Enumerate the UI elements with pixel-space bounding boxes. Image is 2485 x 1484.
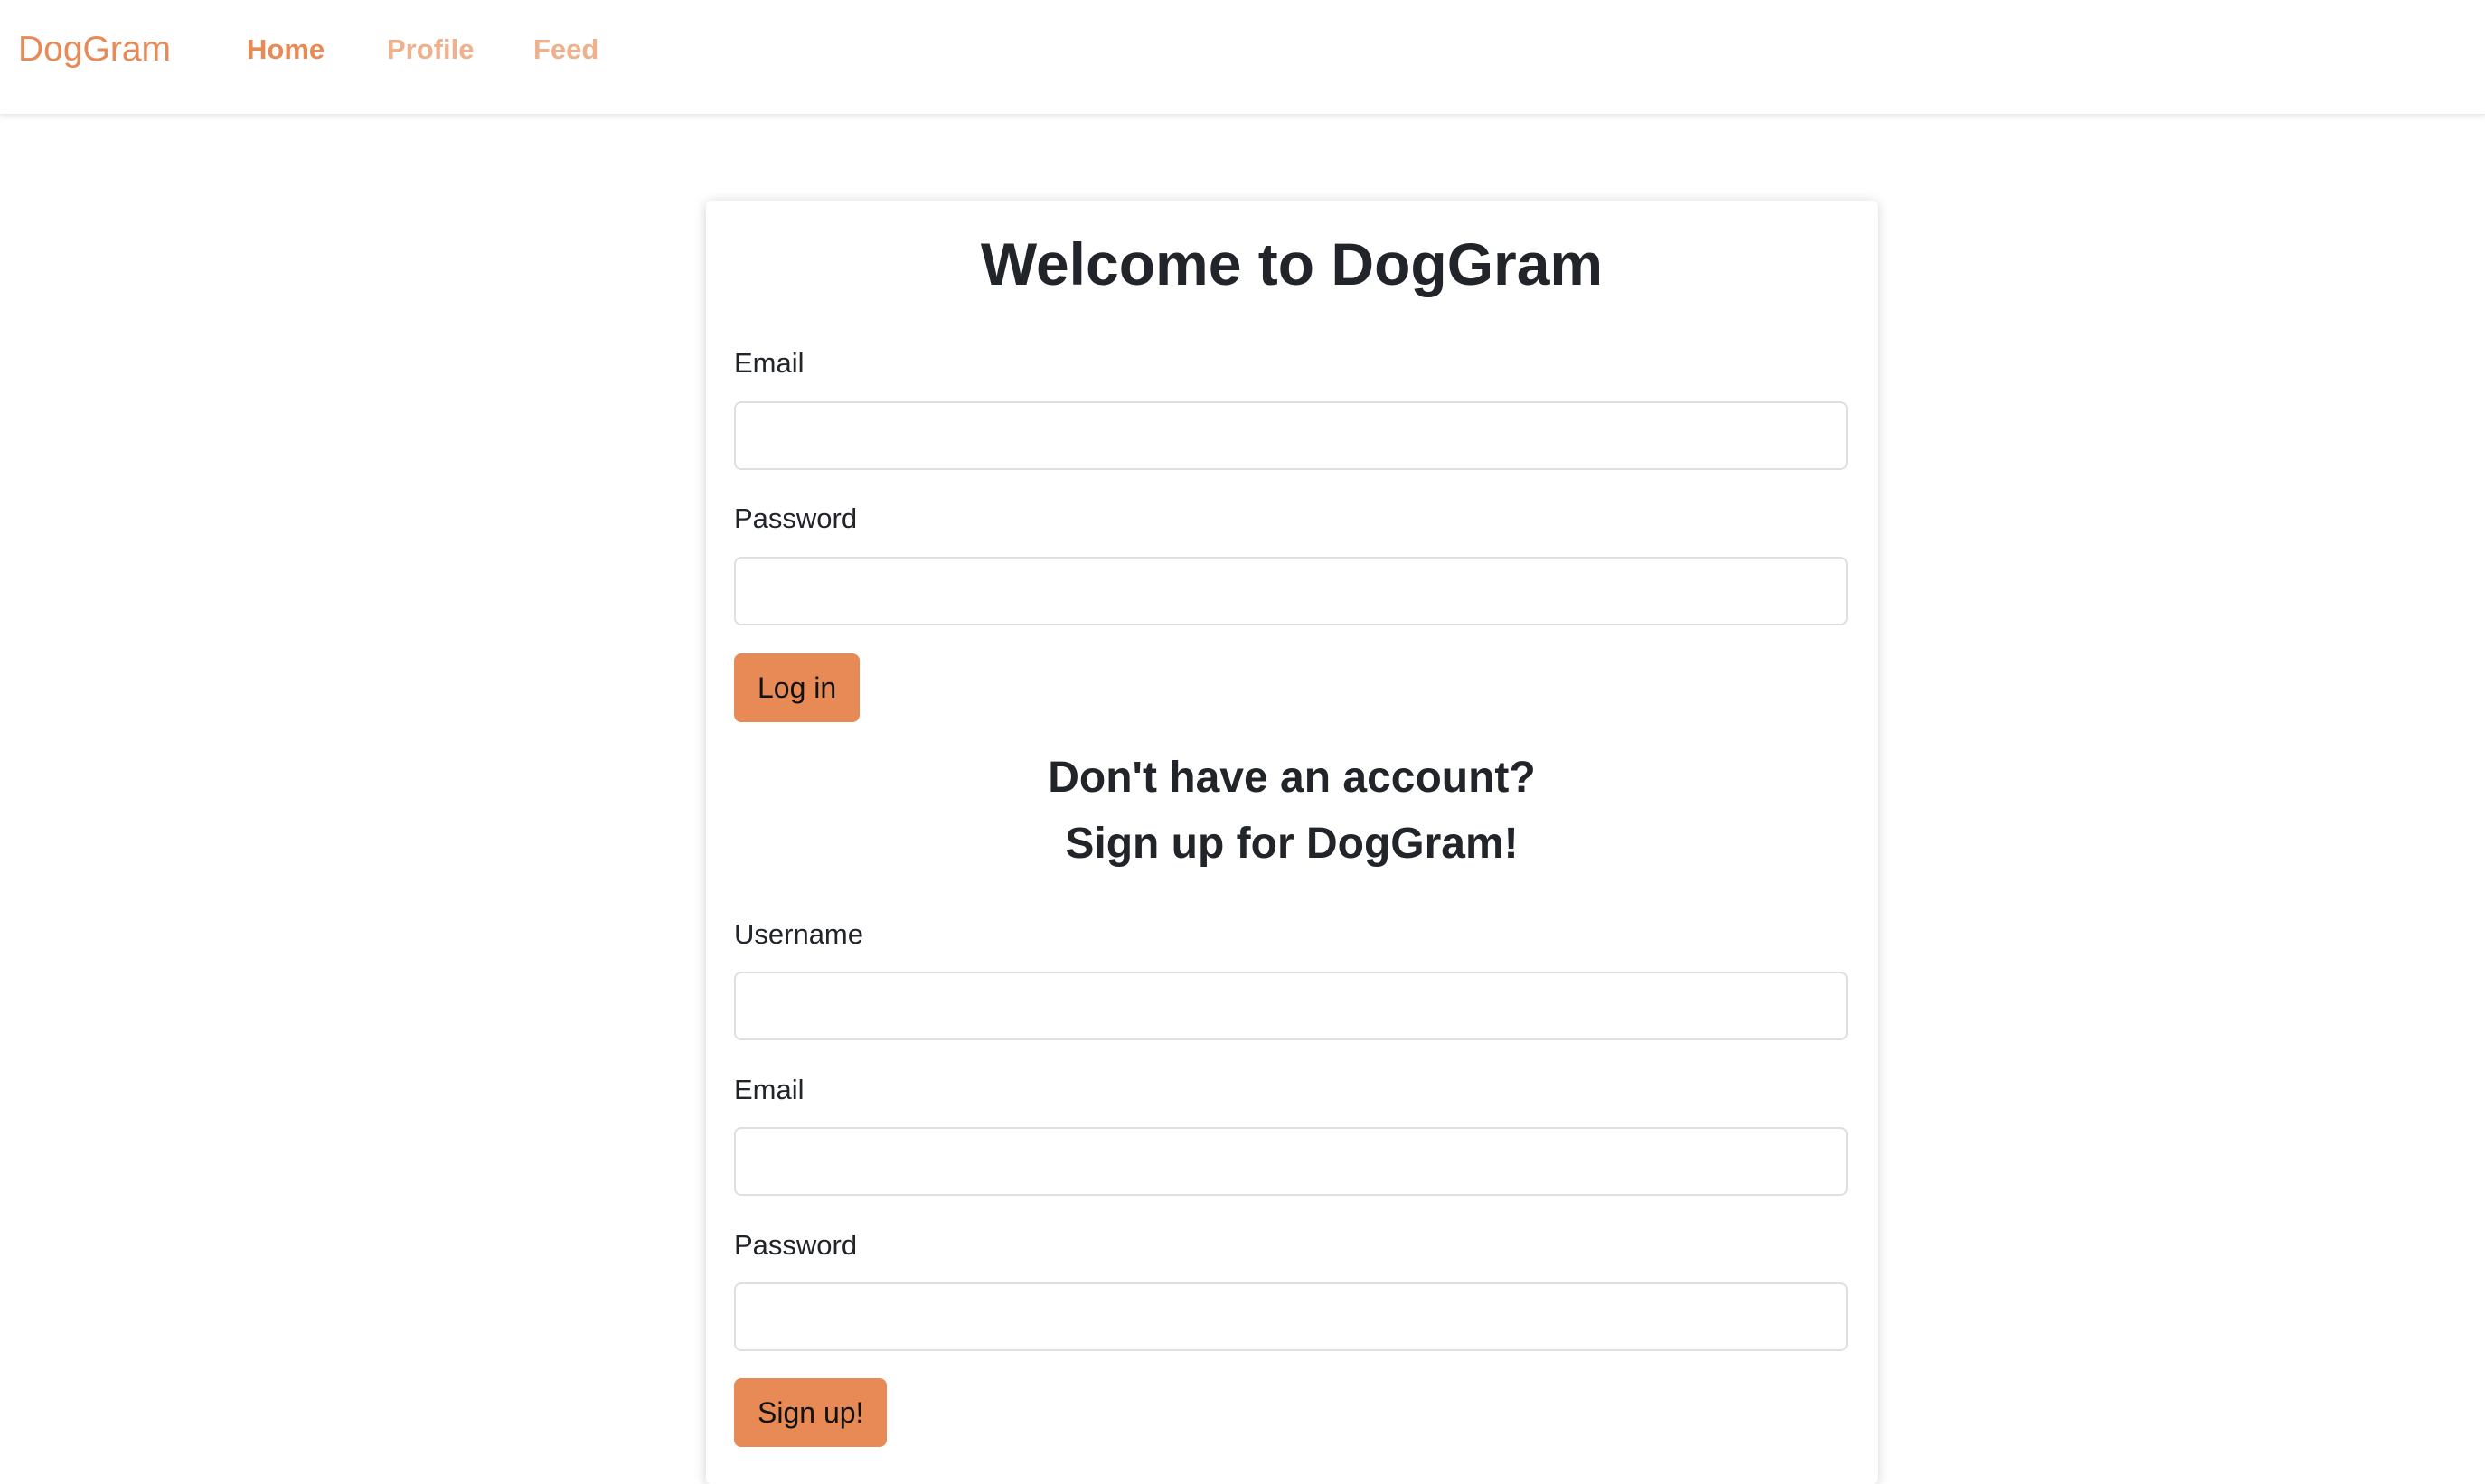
login-button[interactable]: Log in [734,653,861,722]
top-navbar: DogGram Home Profile Feed [0,0,2485,115]
nav-link-home[interactable]: Home [247,31,325,69]
auth-card: Welcome to DogGram Email Password Log in… [706,201,1878,1484]
signup-password-input[interactable] [734,1282,1848,1351]
nav-link-profile[interactable]: Profile [387,31,474,69]
signup-button[interactable]: Sign up! [734,1378,888,1447]
page-title: Welcome to DogGram [980,230,1604,297]
brand-link[interactable]: DogGram [18,27,171,72]
signup-heading-line2: Sign up for DogGram! [1065,820,1519,868]
signup-heading-line1: Don't have an account? [1048,754,1536,802]
signup-email-input[interactable] [734,1127,1848,1196]
login-password-label: Password [734,502,858,534]
login-password-input[interactable] [734,557,1848,625]
nav-link-feed[interactable]: Feed [533,31,598,69]
login-email-input[interactable] [734,401,1848,470]
login-email-label: Email [734,347,805,379]
signup-password-label: Password [734,1229,858,1261]
signup-username-label: Username [734,918,863,950]
signup-email-label: Email [734,1074,805,1105]
signup-username-input[interactable] [734,972,1848,1040]
